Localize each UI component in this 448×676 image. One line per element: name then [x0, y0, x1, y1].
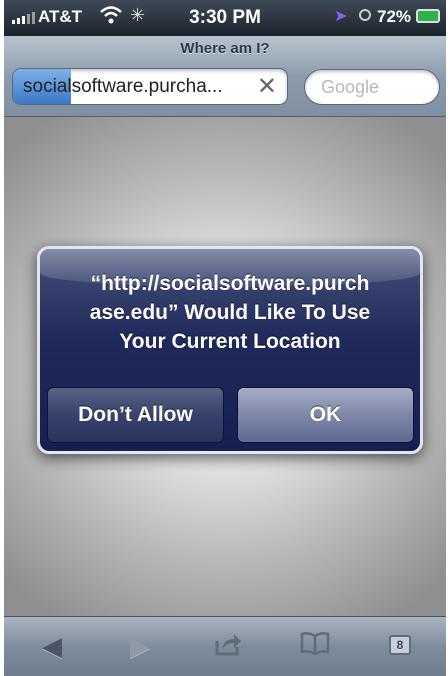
search-input[interactable]: Google [304, 69, 440, 105]
dont-allow-button[interactable]: Don’t Allow [47, 387, 224, 443]
battery-percent: 72% [377, 7, 412, 26]
alert-message: “http://socialsoftware.purch ase.edu” Wo… [48, 269, 412, 356]
ok-button[interactable]: OK [237, 387, 414, 443]
browser-navbar: Where am I? socialsoftware.purcha... ✕ G… [4, 36, 446, 117]
location-permission-alert: “http://socialsoftware.purch ase.edu” Wo… [37, 246, 423, 454]
url-text: socialsoftware.purcha... [23, 76, 223, 97]
bookmarks-icon[interactable] [299, 631, 331, 662]
battery-icon [416, 9, 440, 23]
url-field[interactable]: socialsoftware.purcha... ✕ [12, 68, 288, 105]
phone-screen: AT&T ✳ 3:30 PM ➤ 72% Where am I? socials… [4, 0, 446, 676]
pages-icon[interactable]: 8 [389, 635, 411, 655]
location-arrow-icon: ➤ [334, 8, 348, 25]
back-icon[interactable]: ◀ [42, 631, 62, 662]
alert-message-line: Your Current Location [119, 330, 341, 353]
alarm-icon [359, 9, 371, 21]
alert-message-line: “http://socialsoftware.purch [90, 272, 370, 295]
page-title: Where am I? [180, 40, 270, 57]
browser-toolbar: ◀ ▶ 8 [4, 616, 446, 676]
share-icon[interactable] [214, 631, 242, 664]
clear-icon[interactable]: ✕ [257, 72, 277, 101]
status-bar: AT&T ✳ 3:30 PM ➤ 72% [4, 0, 446, 36]
forward-icon[interactable]: ▶ [130, 631, 150, 662]
search-placeholder: Google [321, 77, 380, 97]
alert-message-line: ase.edu” Would Like To Use [89, 301, 371, 324]
